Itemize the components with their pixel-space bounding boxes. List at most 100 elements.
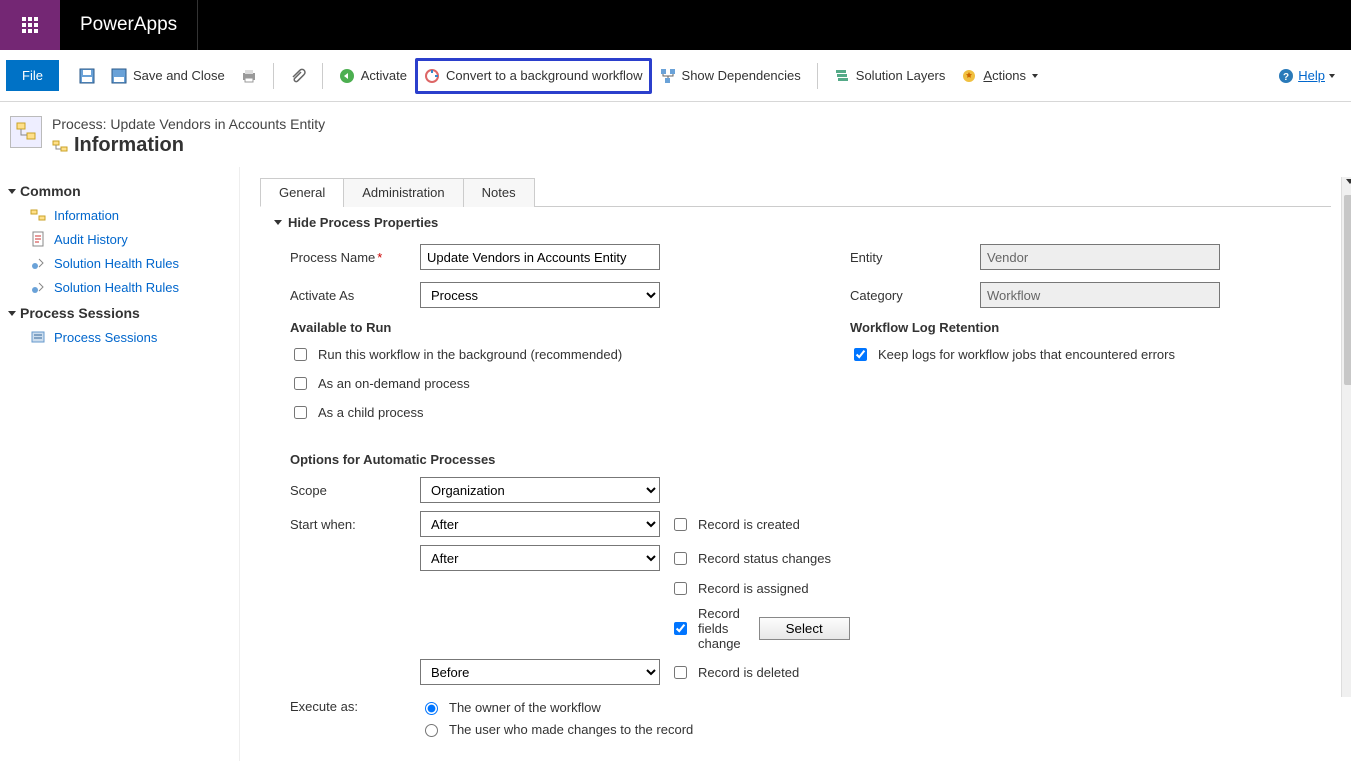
collapse-icon [274,220,282,225]
radio-owner-label: The owner of the workflow [449,700,601,715]
chk-record-assigned[interactable] [674,582,687,595]
chk-record-status[interactable] [674,552,687,565]
chk-record-assigned-label: Record is assigned [698,581,809,596]
start-when-select-2[interactable]: After [420,545,660,571]
start-when-label: Start when: [290,517,410,532]
chevron-down-icon [1329,74,1335,78]
chk-background[interactable] [294,348,307,361]
activate-button[interactable]: Activate [331,60,415,92]
chk-record-fields-label: Record fields change [698,606,741,651]
chevron-down-icon [1032,74,1038,78]
category-label: Category [850,288,970,303]
entity-label: Entity [850,250,970,265]
sidebar-item-process-sessions[interactable]: Process Sessions [8,325,239,349]
page-title: Information [74,134,184,157]
actions-label: ctions [992,68,1026,83]
dependencies-icon [660,68,676,84]
radio-user[interactable] [425,724,438,737]
start-when-select-1[interactable]: After [420,511,660,537]
app-title: PowerApps [60,0,198,50]
save-and-close-button[interactable]: Save and Close [103,60,233,92]
scroll-thumb[interactable] [1344,195,1351,385]
chk-record-deleted-label: Record is deleted [698,665,799,680]
chk-record-fields[interactable] [674,622,687,635]
health-icon [30,255,46,271]
sidebar-group-common[interactable]: Common [8,183,239,199]
process-entity-icon [10,116,42,148]
app-launcher[interactable] [0,0,60,50]
tab-administration[interactable]: Administration [343,178,463,207]
svg-text:?: ? [1283,72,1289,83]
scope-select[interactable]: Organization [420,477,660,503]
select-fields-button[interactable]: Select [759,617,850,640]
chk-child-label: As a child process [318,405,424,420]
layers-icon [834,68,850,84]
scope-label: Scope [290,483,410,498]
sidebar: Common Information Audit History Solutio… [0,167,240,761]
print-button[interactable] [233,60,265,92]
collapse-icon [8,311,16,316]
tab-notes[interactable]: Notes [463,178,535,207]
solution-layers-label: Solution Layers [856,68,946,83]
chk-record-status-label: Record status changes [698,551,831,566]
sidebar-item-solution-health-2[interactable]: Solution Health Rules [8,275,239,299]
tabs: General Administration Notes [260,177,1331,207]
activate-icon [339,68,355,84]
sessions-icon [30,329,46,345]
save-close-label: Save and Close [133,68,225,83]
help-link[interactable]: ? Help [1278,68,1335,84]
save-button[interactable] [71,60,103,92]
attach-button[interactable] [282,60,314,92]
help-icon: ? [1278,68,1294,84]
solution-layers-button[interactable]: Solution Layers [826,60,954,92]
chk-child[interactable] [294,406,307,419]
save-icon [79,68,95,84]
activate-as-label: Activate As [290,288,410,303]
convert-icon [424,68,440,84]
file-tab[interactable]: File [6,60,59,91]
audit-icon [30,231,46,247]
chk-ondemand[interactable] [294,377,307,390]
convert-workflow-button[interactable]: Convert to a background workflow [415,58,652,94]
radio-user-label: The user who made changes to the record [449,722,693,737]
activate-label: Activate [361,68,407,83]
paperclip-icon [290,68,306,84]
show-deps-label: Show Dependencies [682,68,801,83]
toolbar: File Save and Close Activate Convert to … [0,50,1351,102]
activate-as-select[interactable]: Process [420,282,660,308]
chk-keeplogs-label: Keep logs for workflow jobs that encount… [878,347,1175,362]
tab-general[interactable]: General [260,178,344,207]
required-indicator: * [377,250,382,265]
sidebar-item-audit-history[interactable]: Audit History [8,227,239,251]
start-when-select-3[interactable]: Before [420,659,660,685]
convert-label: Convert to a background workflow [446,68,643,83]
health-icon [30,279,46,295]
log-retention-title: Workflow Log Retention [850,320,1331,335]
sidebar-group-process-sessions[interactable]: Process Sessions [8,305,239,321]
save-close-icon [111,68,127,84]
scroll-up-icon [1346,179,1351,184]
process-path: Process: Update Vendors in Accounts Enti… [52,116,325,132]
info-entity-icon [52,138,68,154]
chk-record-deleted[interactable] [674,666,687,679]
process-name-label: Process Name [290,250,375,265]
entity-field [980,244,1220,270]
execute-as-label: Execute as: [290,699,410,714]
available-to-run-title: Available to Run [290,320,810,335]
sidebar-item-solution-health-1[interactable]: Solution Health Rules [8,251,239,275]
info-icon [30,207,46,223]
sidebar-item-information[interactable]: Information [8,203,239,227]
show-dependencies-button[interactable]: Show Dependencies [652,60,809,92]
actions-menu[interactable]: Actions [953,60,1046,92]
chk-record-created[interactable] [674,518,687,531]
actions-icon [961,68,977,84]
chk-record-created-label: Record is created [698,517,800,532]
chk-ondemand-label: As an on-demand process [318,376,470,391]
hide-process-properties-toggle[interactable]: Hide Process Properties [274,215,1331,230]
print-icon [241,68,257,84]
waffle-icon [22,17,38,33]
chk-keeplogs[interactable] [854,348,867,361]
scrollbar[interactable] [1341,177,1351,697]
radio-owner[interactable] [425,702,438,715]
process-name-input[interactable] [420,244,660,270]
